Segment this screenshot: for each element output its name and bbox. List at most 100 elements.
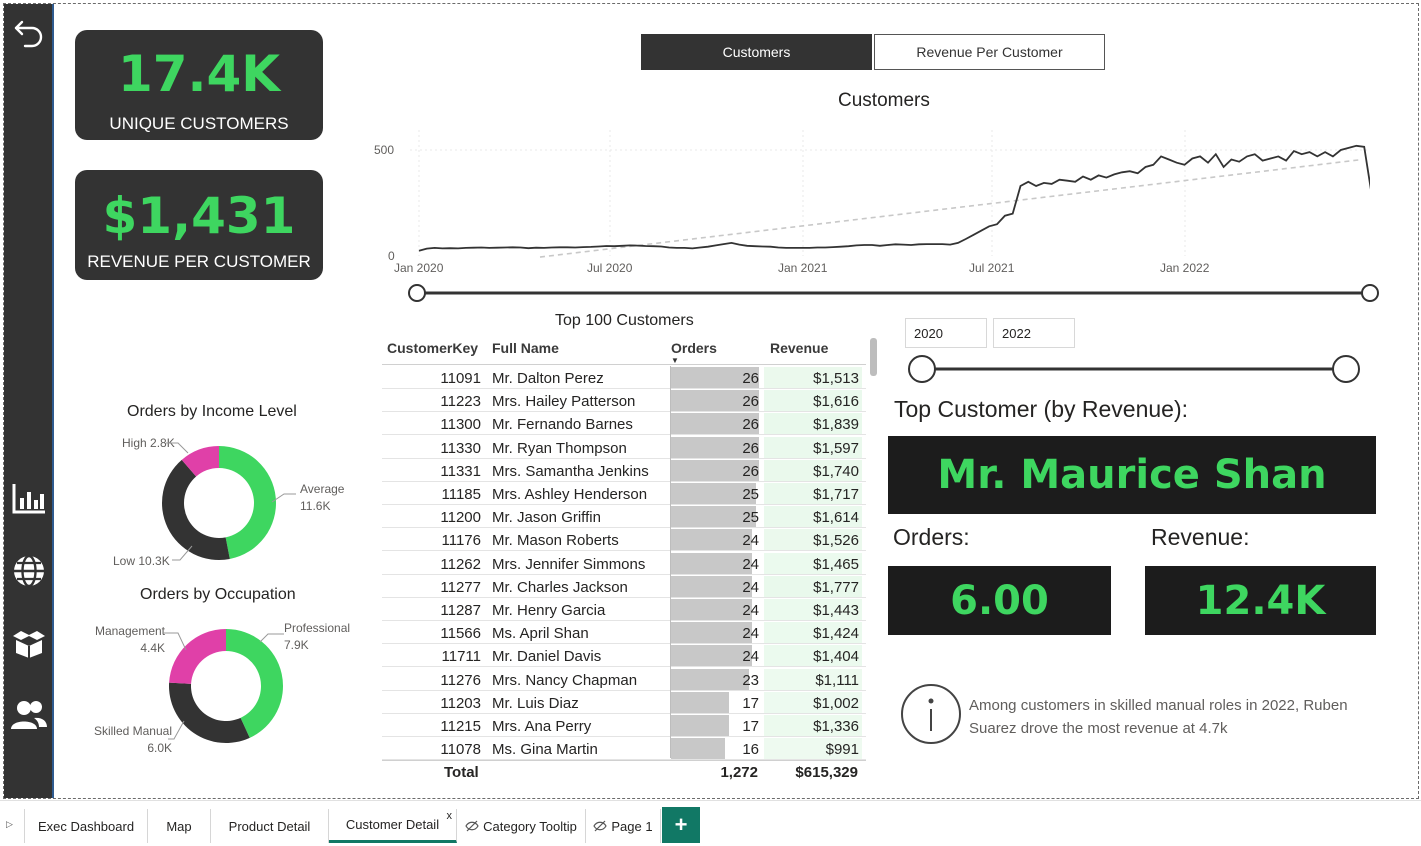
cell-customerkey: 11262 — [440, 555, 481, 573]
table-row[interactable]: 11223 Mrs. Hailey Patterson 26 $1,616 — [382, 389, 866, 413]
cell-customerkey: 11276 — [440, 671, 481, 689]
top-customer-name: Mr. Maurice Shan — [888, 436, 1376, 514]
cell-full-name: Mrs. Ana Perry — [492, 718, 592, 735]
cell-orders: 26 — [742, 439, 759, 457]
cell-orders: 24 — [742, 532, 759, 550]
table-scrollbar[interactable] — [870, 338, 877, 376]
cell-revenue: $1,777 — [813, 578, 859, 596]
date-slider-end-handle[interactable] — [1361, 284, 1379, 302]
tab-customer-detail-label: Customer Detail — [345, 817, 440, 832]
customers-line-chart — [410, 130, 1370, 258]
cell-full-name: Mr. Mason Roberts — [492, 532, 619, 550]
table-row[interactable]: 11185 Mrs. Ashley Henderson 25 $1,717 — [382, 482, 866, 505]
cell-full-name: Mr. Jason Griffin — [492, 509, 601, 527]
table-row[interactable]: 11091 Mr. Dalton Perez 26 $1,513 — [382, 366, 866, 389]
total-revenue: $615,329 — [795, 764, 858, 781]
table-row[interactable]: 11711 Mr. Daniel Davis 24 $1,404 — [382, 644, 866, 668]
table-row[interactable]: 11078 Ms. Gina Martin 16 $991 — [382, 737, 866, 761]
occupation-professional-label: Professional 7.9K — [284, 621, 351, 652]
globe-icon[interactable] — [10, 552, 48, 590]
orders-data-bar — [671, 599, 753, 621]
cell-revenue: $1,424 — [813, 625, 859, 643]
orders-column-divider — [670, 366, 671, 758]
table-row[interactable]: 11176 Mr. Mason Roberts 24 $1,526 — [382, 528, 866, 552]
cell-revenue: $1,839 — [813, 416, 859, 434]
hidden-eye-icon — [593, 820, 608, 832]
occupation-management-label: Management 4.4K — [94, 624, 165, 655]
table-row[interactable]: 11287 Mr. Henry Garcia 24 $1,443 — [382, 598, 866, 621]
cell-customerkey: 11711 — [441, 648, 482, 666]
table-row[interactable]: 11203 Mr. Luis Diaz 17 $1,002 — [382, 691, 866, 714]
tab-product-detail[interactable]: Product Detail — [211, 809, 329, 843]
cell-orders: 24 — [742, 578, 759, 596]
customers-toggle-button[interactable]: Customers — [641, 34, 872, 70]
top-customer-heading: Top Customer (by Revenue): — [894, 396, 1189, 422]
cell-orders: 24 — [742, 648, 759, 666]
x-tick-jan-2021: Jan 2021 — [778, 261, 828, 275]
insight-text-line2: Suarez drove the most revenue at 4.7k — [969, 720, 1228, 737]
skilled-manual-leader-line — [168, 720, 185, 740]
bar-chart-icon[interactable] — [10, 480, 48, 518]
close-tab-icon[interactable]: x — [447, 810, 453, 822]
top-customer-revenue-value: 12.4K — [1145, 566, 1376, 635]
date-slider-start-handle[interactable] — [408, 284, 426, 302]
cell-revenue: $1,526 — [813, 532, 859, 550]
revenue-per-customer-card: $1,431 REVENUE PER CUSTOMER — [75, 170, 323, 280]
cell-full-name: Mrs. Hailey Patterson — [492, 393, 636, 411]
people-icon[interactable] — [10, 696, 48, 734]
income-donut-title: Orders by Income Level — [127, 403, 297, 420]
cell-orders: 25 — [742, 486, 759, 503]
year-range-slider[interactable] — [906, 354, 1366, 386]
table-row[interactable]: 11215 Mrs. Ana Perry 17 $1,336 — [382, 714, 866, 737]
tab-page-1[interactable]: Page 1 — [586, 809, 661, 843]
back-arrow-icon[interactable] — [10, 14, 48, 52]
cell-full-name: Mrs. Nancy Chapman — [492, 671, 638, 689]
table-row[interactable]: 11330 Mr. Ryan Thompson 26 $1,597 — [382, 436, 866, 459]
table-row[interactable]: 11262 Mrs. Jennifer Simmons 24 $1,465 — [382, 552, 866, 575]
column-header-full-name[interactable]: Full Name — [492, 340, 559, 356]
cell-orders: 25 — [742, 509, 759, 527]
table-row[interactable]: 11331 Mrs. Samantha Jenkins 26 $1,740 — [382, 459, 866, 482]
revenue-per-customer-toggle-button[interactable]: Revenue Per Customer — [874, 34, 1105, 70]
cell-orders: 16 — [742, 741, 759, 759]
tab-category-tooltip[interactable]: Category Tooltip — [457, 809, 586, 843]
cell-full-name: Ms. Gina Martin — [492, 741, 598, 759]
table-row[interactable]: 11277 Mr. Charles Jackson 24 $1,777 — [382, 575, 866, 598]
date-range-slider[interactable] — [406, 282, 1380, 306]
total-label: Total — [444, 764, 479, 781]
orders-data-bar — [671, 552, 753, 575]
tab-exec-dashboard[interactable]: Exec Dashboard — [24, 809, 148, 843]
occupation-donut-title: Orders by Occupation — [140, 586, 296, 603]
cell-customerkey: 11277 — [440, 578, 481, 596]
cell-orders: 24 — [742, 555, 759, 573]
tab-page-1-label: Page 1 — [611, 818, 653, 834]
tab-customer-detail[interactable]: Customer Detail x — [329, 809, 457, 843]
table-row[interactable]: 11300 Mr. Fernando Barnes 26 $1,839 — [382, 412, 866, 436]
cell-customerkey: 11203 — [440, 694, 481, 712]
cell-full-name: Mr. Dalton Perez — [492, 370, 604, 387]
low-leader-line — [172, 545, 193, 561]
year-slider-end-handle[interactable] — [1332, 355, 1360, 383]
box-icon[interactable] — [10, 624, 48, 662]
column-header-orders[interactable]: Orders — [671, 340, 717, 356]
year-start-input[interactable]: 2020 — [905, 318, 987, 348]
revenue-label: Revenue: — [1151, 524, 1250, 550]
year-end-input[interactable]: 2022 — [993, 318, 1075, 348]
table-row[interactable]: 11276 Mrs. Nancy Chapman 23 $1,111 — [382, 668, 866, 691]
orders-data-bar — [671, 668, 749, 691]
tab-map[interactable]: Map — [148, 809, 211, 843]
add-page-button[interactable]: + — [662, 807, 700, 843]
cell-orders: 24 — [742, 625, 759, 643]
table-title: Top 100 Customers — [555, 312, 694, 329]
table-row[interactable]: 11200 Mr. Jason Griffin 25 $1,614 — [382, 505, 866, 529]
tab-scroll-left-icon[interactable]: ▷ — [6, 819, 13, 830]
cell-full-name: Mr. Luis Diaz — [492, 694, 579, 712]
orders-data-bar — [671, 529, 753, 552]
column-header-revenue[interactable]: Revenue — [770, 340, 828, 356]
table-row[interactable]: 11566 Ms. April Shan 24 $1,424 — [382, 621, 866, 645]
cell-customerkey: 11185 — [441, 486, 482, 503]
cell-revenue: $1,513 — [813, 370, 859, 387]
year-slider-start-handle[interactable] — [908, 355, 936, 383]
column-header-customerkey[interactable]: CustomerKey — [387, 340, 478, 356]
cell-revenue: $1,616 — [813, 393, 859, 411]
